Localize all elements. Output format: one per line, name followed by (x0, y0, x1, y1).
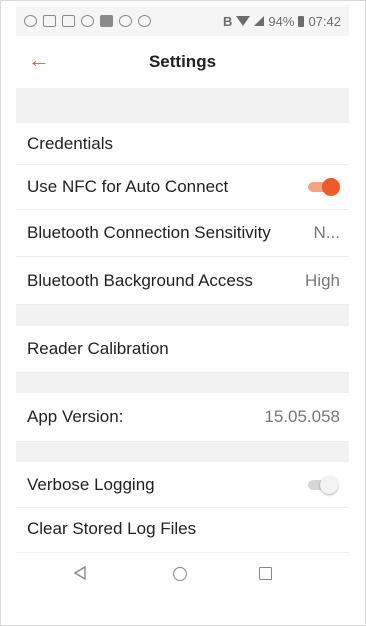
section-gap (16, 442, 349, 462)
message-icon (62, 15, 75, 27)
page-title: Settings (148, 52, 217, 71)
call-icon (81, 15, 94, 27)
settings-item-app-version: App Version: 15.05.058 (16, 393, 349, 442)
search-icon (24, 15, 37, 27)
nfc-toggle-knob (322, 178, 340, 196)
back-nav-icon[interactable] (74, 566, 86, 580)
settings-item-clear-logs[interactable]: Clear Stored Log Files (16, 508, 349, 550)
status-bar: B 94% 07:42 (16, 6, 349, 36)
bt-background-value: High (305, 270, 340, 290)
battery-icon (298, 15, 305, 27)
credentials-label: Credentials (27, 133, 113, 153)
verbose-logging-toggle[interactable] (306, 475, 340, 494)
screenshot-icon (43, 15, 56, 27)
section-gap (16, 88, 349, 123)
verbose-logging-toggle-knob (320, 475, 338, 494)
bt-sensitivity-value: N... (313, 223, 340, 242)
app-version-value: 15.05.058 (264, 407, 340, 426)
phone-screen: B 94% 07:42 ← Settings Credentials Use N… (0, 0, 366, 626)
recents-nav-icon[interactable] (259, 567, 272, 580)
wifi-icon (236, 16, 251, 26)
clear-logs-label: Clear Stored Log Files (27, 519, 197, 538)
notification-icon (138, 15, 151, 27)
app-bar: ← Settings (16, 36, 349, 88)
section-gap (16, 373, 349, 393)
bluetooth-indicator: B (223, 13, 233, 29)
settings-item-bt-sensitivity[interactable]: Bluetooth Connection Sensitivity N... (16, 210, 349, 257)
nfc-toggle[interactable] (306, 178, 340, 196)
battery-percent: 94% (268, 13, 295, 29)
network-icon (119, 15, 132, 27)
settings-item-nfc[interactable]: Use NFC for Auto Connect (16, 165, 349, 210)
clock: 07:42 (308, 13, 341, 29)
navigation-bar (16, 552, 349, 595)
bt-sensitivity-label: Bluetooth Connection Sensitivity (27, 223, 271, 242)
settings-list: Credentials Use NFC for Auto Connect Blu… (16, 88, 349, 550)
nfc-label: Use NFC for Auto Connect (27, 177, 229, 196)
settings-item-reader-calibration[interactable]: Reader Calibration (16, 326, 349, 373)
settings-item-credentials[interactable]: Credentials (16, 123, 349, 165)
signal-icon (254, 16, 265, 26)
bt-background-label: Bluetooth Background Access (27, 270, 253, 290)
reader-calibration-label: Reader Calibration (27, 339, 169, 358)
status-icons-left (24, 15, 151, 27)
app-version-label: App Version: (27, 407, 124, 426)
verbose-logging-label: Verbose Logging (27, 474, 155, 494)
section-gap (16, 305, 349, 326)
settings-item-verbose-logging[interactable]: Verbose Logging (16, 462, 349, 508)
status-icons-right: B 94% 07:42 (223, 14, 341, 29)
gallery-icon (100, 15, 113, 27)
home-nav-icon[interactable] (173, 567, 187, 581)
settings-item-bt-background[interactable]: Bluetooth Background Access High (16, 257, 349, 305)
